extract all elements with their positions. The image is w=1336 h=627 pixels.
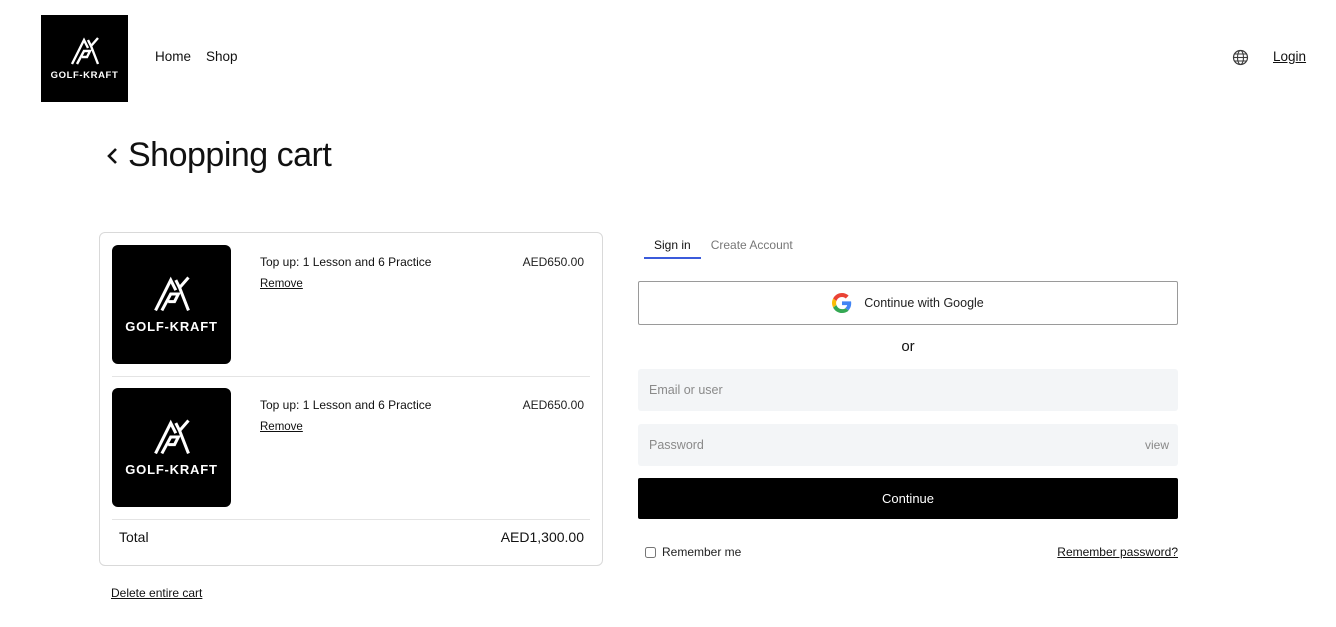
cart-item: GOLF-KRAFT Top up: 1 Lesson and 6 Practi… bbox=[112, 245, 590, 377]
google-button-label: Continue with Google bbox=[864, 296, 984, 310]
auth-tabs: Sign in Create Account bbox=[644, 232, 803, 259]
site-header: GOLF-KRAFT Home Shop Login bbox=[0, 0, 1336, 115]
item-price: AED650.00 bbox=[522, 398, 584, 412]
nav-shop-link[interactable]: Shop bbox=[206, 49, 238, 64]
cart-panel: GOLF-KRAFT Top up: 1 Lesson and 6 Practi… bbox=[99, 232, 603, 566]
logo-text: GOLF-KRAFT bbox=[50, 70, 119, 81]
remember-me-checkbox[interactable] bbox=[645, 546, 656, 558]
thumbnail-brand-text: GOLF-KRAFT bbox=[125, 319, 218, 334]
continue-button[interactable]: Continue bbox=[638, 478, 1178, 519]
email-field[interactable] bbox=[638, 369, 1178, 411]
item-name: Top up: 1 Lesson and 6 Practice bbox=[260, 255, 432, 269]
golf-kraft-logo-icon bbox=[70, 37, 99, 65]
or-divider: or bbox=[901, 338, 915, 355]
remember-password-link[interactable]: Remember password? bbox=[1057, 545, 1178, 559]
view-password-toggle[interactable]: view bbox=[1145, 438, 1169, 452]
cart-item: GOLF-KRAFT Top up: 1 Lesson and 6 Practi… bbox=[112, 388, 590, 520]
continue-with-google-button[interactable]: Continue with Google bbox=[638, 281, 1178, 325]
brand-logo[interactable]: GOLF-KRAFT bbox=[41, 15, 128, 102]
golf-kraft-logo-icon bbox=[153, 276, 190, 312]
product-thumbnail[interactable]: GOLF-KRAFT bbox=[112, 388, 231, 507]
remove-item-link[interactable]: Remove bbox=[260, 421, 303, 433]
remember-me-label: Remember me bbox=[662, 545, 742, 559]
item-price: AED650.00 bbox=[522, 255, 584, 269]
nav-home-link[interactable]: Home bbox=[155, 49, 191, 64]
remember-me[interactable]: Remember me bbox=[645, 545, 741, 559]
login-link[interactable]: Login bbox=[1273, 49, 1306, 64]
google-icon bbox=[832, 293, 852, 313]
page-title-row: Shopping cart bbox=[106, 136, 332, 175]
product-thumbnail[interactable]: GOLF-KRAFT bbox=[112, 245, 231, 364]
total-label: Total bbox=[119, 529, 149, 545]
password-field[interactable] bbox=[638, 424, 1178, 466]
remove-item-link[interactable]: Remove bbox=[260, 278, 303, 290]
total-value: AED1,300.00 bbox=[500, 529, 584, 545]
golf-kraft-logo-icon bbox=[153, 419, 190, 455]
thumbnail-brand-text: GOLF-KRAFT bbox=[125, 462, 218, 477]
tab-create-account[interactable]: Create Account bbox=[701, 232, 803, 259]
main-nav: Home Shop bbox=[155, 49, 238, 64]
delete-cart-link[interactable]: Delete entire cart bbox=[111, 586, 202, 600]
globe-icon[interactable] bbox=[1232, 49, 1249, 66]
item-name: Top up: 1 Lesson and 6 Practice bbox=[260, 398, 432, 412]
page-title: Shopping cart bbox=[128, 136, 332, 174]
tab-sign-in[interactable]: Sign in bbox=[644, 232, 701, 259]
chevron-left-icon[interactable] bbox=[106, 144, 122, 168]
